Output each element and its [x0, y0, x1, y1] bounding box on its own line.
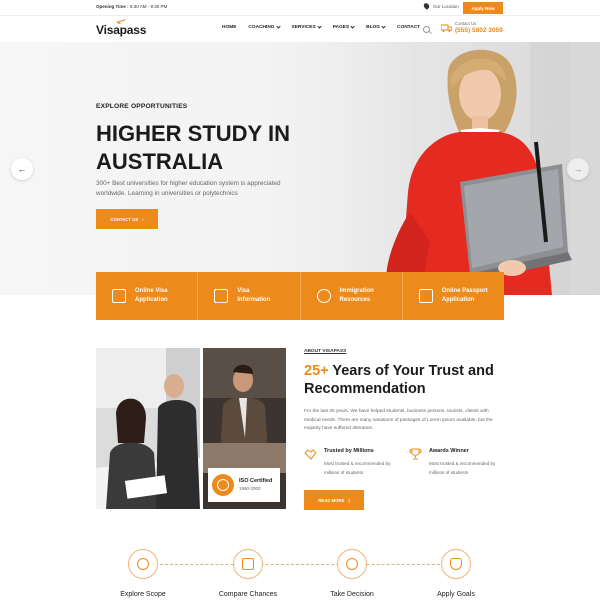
step-label: Take Decision — [330, 591, 374, 598]
services-strip: Online Visa Application Visa Information… — [96, 272, 504, 320]
hero-kicker: EXPLORE OPPORTUNITIES — [96, 103, 188, 110]
nav-label: CONTACT — [397, 25, 421, 30]
chevron-down-icon — [381, 24, 386, 29]
service-label: Immigration Resources — [339, 288, 374, 303]
nav-item-blog[interactable]: BLOG — [366, 24, 386, 30]
about-title-text: Years of Your Trust and Recommendation — [304, 363, 494, 397]
hero-title: HIGHER STUDY IN AUSTRALIA — [96, 121, 290, 174]
about-description: For the last 25 years, We have helped st… — [304, 409, 493, 432]
slider-next-button[interactable]: → — [567, 158, 589, 180]
handshake-icon — [304, 449, 317, 460]
hero-slider: EXPLORE OPPORTUNITIES HIGHER STUDY IN AU… — [0, 42, 600, 295]
read-more-label: READ MORE — [318, 497, 345, 503]
compass-icon — [128, 549, 158, 579]
chevron-right-icon: › — [142, 216, 144, 222]
opening-hours: Opening Time : 8:30 AM - 9:30 PM — [96, 4, 167, 9]
location-link[interactable]: Our Location — [422, 2, 459, 10]
years-count: 25+ — [304, 363, 329, 379]
nav-item-coaching[interactable]: COACHING — [248, 24, 281, 30]
nav-label: SERVICES — [291, 25, 316, 30]
step-label: Apply Goals — [437, 591, 475, 598]
service-label: Visa Information — [237, 288, 271, 303]
process-steps: Explore Scope Compare Chances Take Decis… — [0, 540, 600, 600]
nav-label: PAGES — [332, 25, 350, 30]
chevron-down-icon — [350, 24, 355, 29]
people-icon — [316, 289, 331, 303]
chevron-down-icon — [275, 24, 281, 29]
location-label: Our Location — [433, 3, 459, 9]
feature-desc: Most trusted & recommended by millions o… — [429, 461, 496, 475]
nav-item-pages[interactable]: PAGES — [332, 24, 355, 30]
service-visa-information[interactable]: Visa Information — [198, 272, 301, 320]
nav-label: COACHING — [248, 25, 275, 30]
nav-item-home[interactable]: HOME — [222, 25, 236, 30]
main-header: Visapass HOME COACHING SERVICES PAGES BL… — [0, 16, 600, 42]
search-icon[interactable] — [423, 26, 430, 33]
step-label: Compare Chances — [218, 591, 278, 598]
contact-phone[interactable]: (555) 5802 3059 — [455, 27, 503, 34]
nav-label: HOME — [222, 25, 237, 30]
service-label: Online Visa Application — [135, 288, 168, 303]
nav-item-services[interactable]: SERVICES — [291, 24, 322, 30]
trophy-icon — [409, 448, 422, 460]
opening-label: Opening Time : — [96, 4, 129, 9]
passport-icon — [112, 289, 126, 303]
compare-icon — [233, 549, 263, 579]
feature-title: Awards Winner — [429, 448, 469, 454]
logo-text: Visapass — [96, 23, 147, 37]
about-title: 25+ Years of Your Trust and Recommendati… — [304, 362, 504, 398]
hero-description: 300+ Best universities for higher educat… — [96, 180, 281, 197]
slider-prev-button[interactable]: ← — [11, 158, 33, 180]
service-online-visa[interactable]: Online Visa Application — [96, 272, 199, 320]
service-label: Online Passport Application — [441, 288, 488, 303]
chevron-down-icon — [317, 24, 322, 29]
service-immigration-resources[interactable]: Immigration Resources — [301, 272, 403, 320]
top-bar: Opening Time : 8:30 AM - 9:30 PM Our Loc… — [0, 0, 600, 16]
opening-time: 8:30 AM - 9:30 PM — [129, 4, 168, 9]
student-laptop-photo — [300, 42, 600, 295]
iso-years: 1990-2000 — [239, 486, 261, 491]
nav-label: BLOG — [366, 25, 381, 30]
business-meeting-photo — [96, 348, 200, 509]
apply-now-button[interactable]: Apply Now — [463, 2, 503, 14]
read-more-button[interactable]: READ MORE | — [304, 490, 364, 510]
hand-icon — [441, 549, 471, 579]
chevron-right-icon: | — [348, 497, 350, 503]
feature-title: Trusted by Millions — [324, 448, 374, 454]
logo[interactable]: Visapass — [96, 19, 147, 37]
iso-title: ISO Certified — [239, 478, 273, 484]
contact-us-label: CONTACT US — [110, 216, 139, 222]
certificate-icon — [212, 474, 234, 496]
feature-desc: Most trusted & recommended by millions o… — [324, 461, 391, 475]
process-connector — [160, 564, 445, 565]
location-pin-icon — [422, 2, 431, 10]
phone-icon — [441, 24, 452, 32]
target-icon — [337, 549, 367, 579]
contact-label: Contact Us — [455, 21, 477, 26]
contact-us-button[interactable]: CONTACT US › — [96, 209, 158, 229]
nav-item-contact[interactable]: CONTACT — [397, 25, 420, 30]
document-icon — [214, 289, 229, 303]
id-card-icon — [418, 289, 433, 303]
service-online-passport[interactable]: Online Passport Application — [403, 272, 504, 320]
iso-badge-card: ISO Certified 1990-2000 — [208, 468, 280, 502]
page: Opening Time : 8:30 AM - 9:30 PM Our Loc… — [0, 0, 600, 600]
step-label: Explore Scope — [120, 591, 166, 598]
about-kicker: ABOUT VISAPASS — [304, 349, 347, 354]
plane-icon — [116, 19, 126, 24]
main-nav: HOME COACHING SERVICES PAGES BLOG CONTAC… — [222, 24, 432, 30]
